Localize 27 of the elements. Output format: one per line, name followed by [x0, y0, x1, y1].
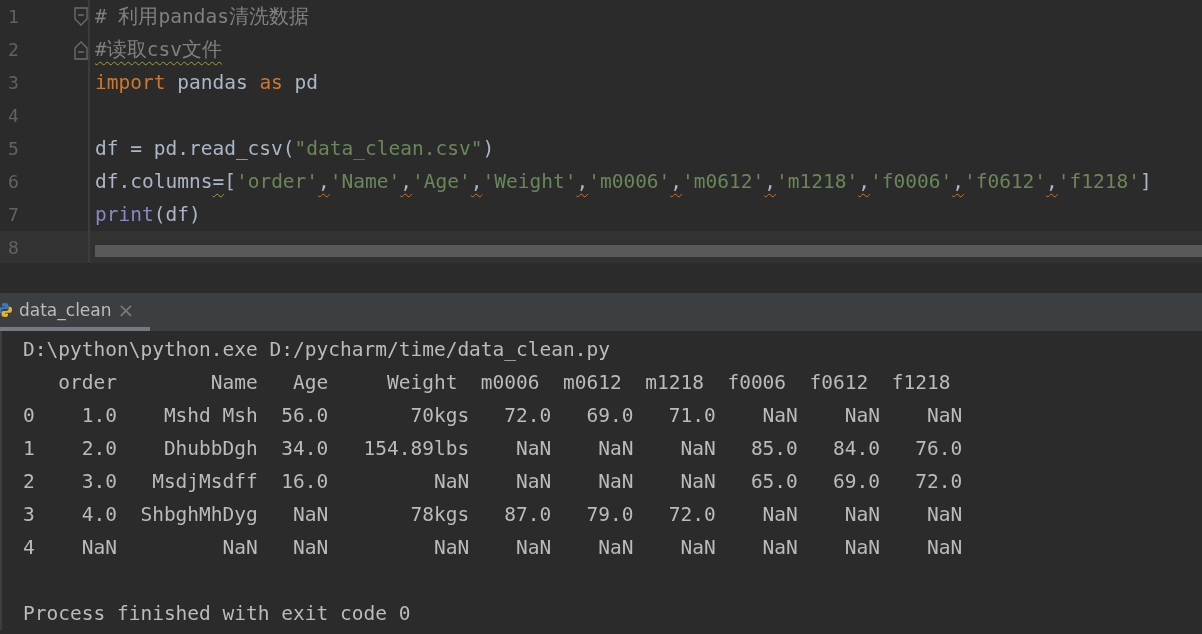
fold-marker-icon[interactable] [74, 39, 88, 60]
line-number: 1 [7, 6, 20, 27]
code-line: # 利用pandas清洗数据 [94, 4, 310, 30]
code-line: print(df) [94, 202, 202, 228]
tab-title: data_clean [19, 300, 112, 320]
code-line: #读取csv文件 [94, 37, 223, 63]
line-number: 2 [7, 39, 20, 60]
line-number: 6 [7, 171, 20, 192]
console-output-line: D:\python\python.exe D:/pycharm/time/data_clean.py [23, 337, 611, 363]
line-number: 7 [7, 204, 20, 225]
code-line: df = pd.read_csv("data_clean.csv") [94, 136, 496, 162]
process-exit-message: Process finished with exit code 0 [23, 601, 412, 627]
fold-marker-icon[interactable] [74, 6, 88, 27]
console-output-line: 1 2.0 DhubbDgh 34.0 154.89lbs NaN NaN NaN 85.0 84.0 76.0 [23, 436, 964, 462]
code-line: df.columns=['order','Name','Age','Weight','m0006','m0612','m1218','f0006','f0612','f1218'] [94, 169, 1153, 195]
console-output-line: 0 1.0 Mshd Msh 56.0 70kgs 72.0 69.0 71.0 NaN NaN NaN [23, 403, 964, 429]
line-number: 5 [7, 138, 20, 159]
console-output-line: 2 3.0 MsdjMsdff 16.0 NaN NaN NaN NaN 65.0 69.0 72.0 [23, 469, 964, 495]
run-tab[interactable]: data_clean × [0, 293, 150, 331]
console-output-line: 4 NaN NaN NaN NaN NaN NaN NaN NaN NaN NaN [23, 535, 964, 561]
python-logo-icon [0, 302, 13, 318]
line-number: 4 [7, 105, 20, 126]
line-number: 3 [7, 72, 20, 93]
console-output-line: order Name Age Weight m0006 m0612 m1218 f0006 f0612 f1218 [57, 370, 952, 396]
horizontal-scrollbar[interactable] [95, 244, 1202, 257]
console-output-line: 3 4.0 ShbghMhDyg NaN 78kgs 87.0 79.0 72.0 NaN NaN NaN [23, 502, 964, 528]
code-line: import pandas as pd [94, 70, 320, 96]
